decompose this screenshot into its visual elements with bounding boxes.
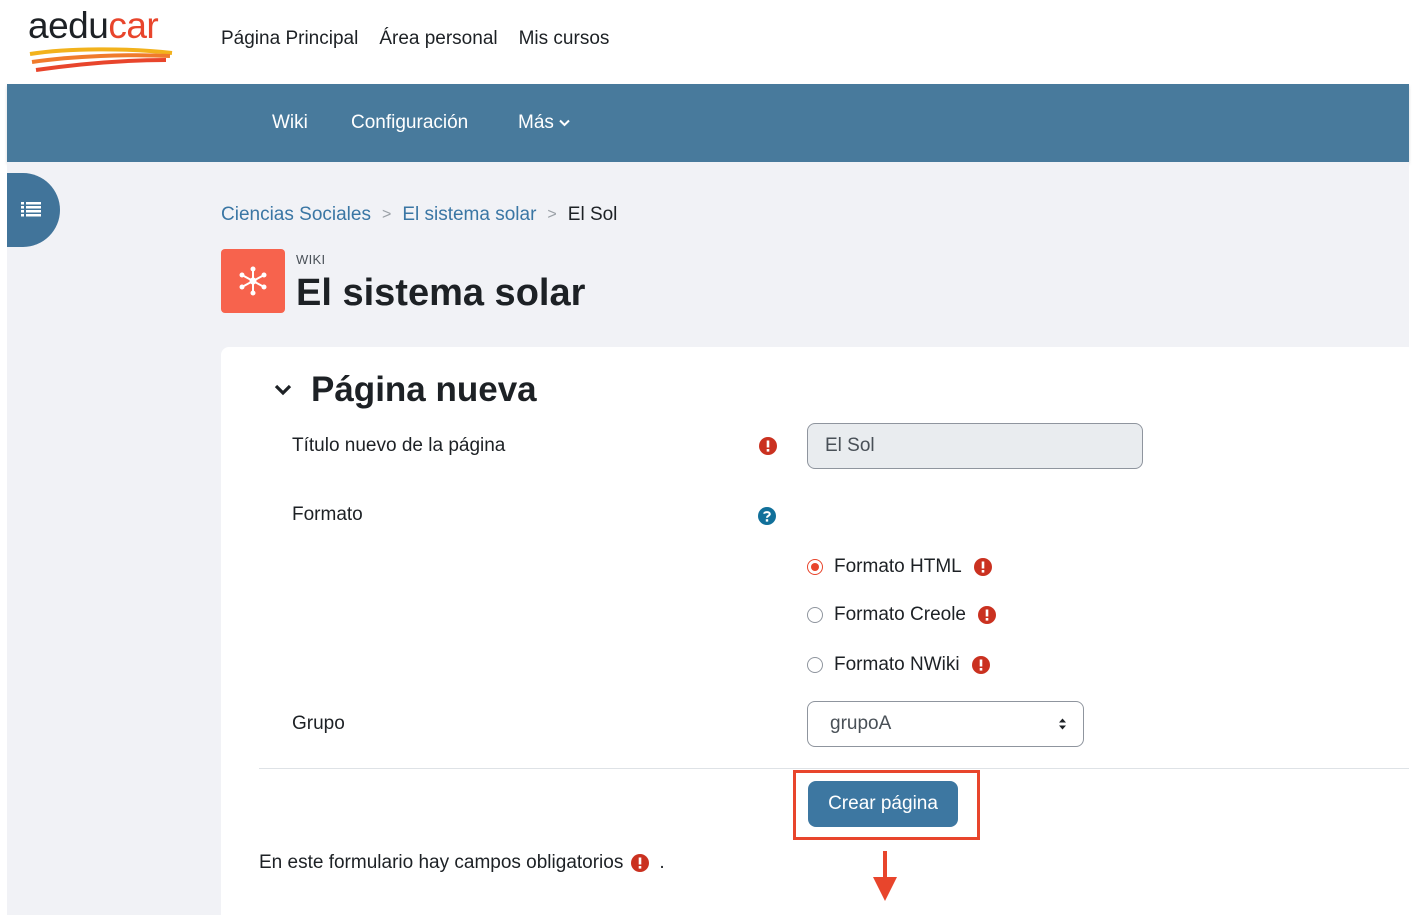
required-fields-note: En este formulario hay campos obligatori… [259, 851, 665, 875]
required-note-end: . [659, 852, 665, 873]
group-select-value: grupoA [830, 713, 892, 734]
section-title: Página nueva [311, 370, 537, 409]
breadcrumb-current: El Sol [567, 204, 618, 225]
format-option-creole[interactable]: Formato Creole [807, 603, 996, 627]
primary-nav: Página Principal Área personal Mis curso… [221, 27, 630, 51]
radio-label: Formato Creole [834, 604, 966, 625]
tab-configuracion[interactable]: Configuración [351, 111, 468, 135]
secondary-navigation: Wiki Configuración Más [7, 84, 1409, 162]
breadcrumb-activity-link[interactable]: El sistema solar [402, 203, 536, 227]
wiki-network-icon [239, 266, 267, 296]
page-title-input[interactable]: El Sol [807, 423, 1143, 469]
nav-my-courses-link[interactable]: Mis cursos [519, 27, 610, 51]
format-option-html[interactable]: Formato HTML [807, 555, 992, 579]
required-exclamation-icon [971, 656, 990, 674]
breadcrumb-separator-icon: > [381, 206, 392, 223]
chevron-down-icon [559, 119, 570, 127]
page-title: El sistema solar [296, 272, 586, 314]
logo-wordmark: aeducar [28, 5, 159, 46]
format-option-nwiki[interactable]: Formato NWiki [807, 653, 990, 677]
nav-dashboard-link[interactable]: Área personal [379, 27, 497, 51]
radio-label: Formato HTML [834, 556, 962, 577]
nav-home-link[interactable]: Página Principal [221, 27, 358, 51]
activity-type-label: WIKI [296, 252, 326, 267]
create-page-button[interactable]: Crear página [808, 781, 958, 827]
chevron-down-icon [274, 384, 292, 396]
help-question-icon[interactable] [758, 507, 776, 525]
tab-more[interactable]: Más [518, 111, 570, 135]
breadcrumb-separator-icon: > [547, 206, 557, 223]
format-field-label: Formato [292, 504, 363, 525]
select-updown-icon [1059, 718, 1066, 730]
required-exclamation-icon [978, 606, 996, 624]
wiki-activity-icon [221, 249, 285, 313]
arrow-down-annotation-icon [873, 851, 897, 901]
radio-label: Formato NWiki [834, 654, 960, 675]
section-header-nueva-pagina[interactable]: Página nueva [271, 368, 537, 412]
breadcrumb: Ciencias Sociales > El sistema solar > E… [221, 203, 617, 227]
group-select[interactable]: grupoA [807, 701, 1084, 747]
logo-swoosh-icon [29, 47, 173, 72]
required-note-text: En este formulario hay campos obligatori… [259, 852, 624, 873]
required-exclamation-icon [631, 854, 650, 872]
logo-text-part2: car [108, 5, 159, 46]
tab-more-label: Más [518, 112, 554, 133]
required-exclamation-icon [759, 437, 777, 455]
list-icon [21, 202, 41, 217]
radio-format-nwiki[interactable] [807, 657, 823, 673]
top-navbar: aeducar Página Principal Área personal M… [0, 0, 1413, 84]
radio-format-creole[interactable] [807, 607, 823, 623]
aeducar-logo[interactable]: aeducar [28, 6, 178, 72]
radio-format-html[interactable] [807, 559, 823, 575]
title-field-label: Título nuevo de la página [292, 435, 506, 456]
breadcrumb-course-link[interactable]: Ciencias Sociales [221, 203, 371, 227]
logo-text-part1: aedu [28, 5, 109, 46]
form-divider [259, 768, 1409, 769]
required-exclamation-icon [973, 558, 992, 576]
tab-wiki[interactable]: Wiki [272, 111, 308, 135]
group-field-label: Grupo [292, 713, 345, 734]
